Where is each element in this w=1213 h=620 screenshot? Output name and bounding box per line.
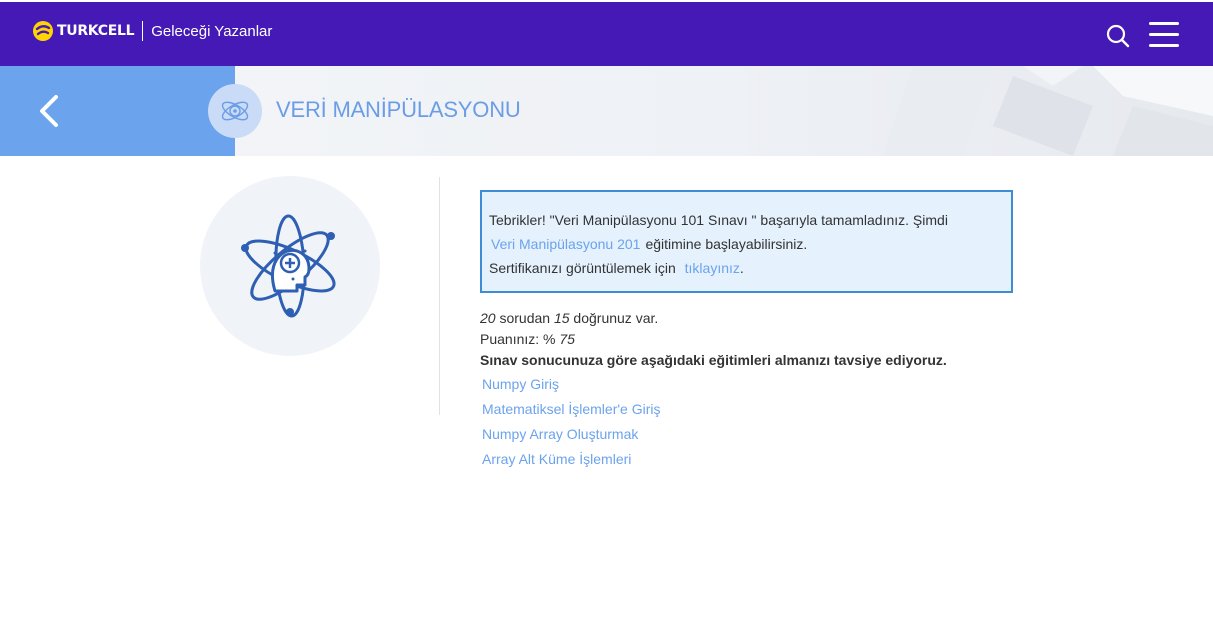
correct-answers: 15 xyxy=(553,310,570,326)
turkcell-logo-icon xyxy=(33,21,53,41)
course-banner: VERİ MANİPÜLASYONU xyxy=(0,66,1213,156)
recommended-course-link[interactable]: Numpy Giriş xyxy=(482,372,661,397)
recommended-course-link[interactable]: Numpy Array Oluşturmak xyxy=(482,422,661,447)
congrats-line: Tebrikler! "Veri Manipülasyonu 101 Sınav… xyxy=(489,208,1004,232)
chevron-left-icon xyxy=(40,95,58,127)
content-divider xyxy=(439,177,440,415)
logo-divider xyxy=(142,21,144,41)
exam-result-alert: Tebrikler! "Veri Manipülasyonu 101 Sınav… xyxy=(480,190,1013,293)
atom-head-icon xyxy=(241,214,336,318)
recommended-course-link[interactable]: Array Alt Küme İşlemleri xyxy=(482,447,661,472)
points-value: 75 xyxy=(559,331,575,347)
total-questions: 20 xyxy=(480,310,496,326)
certificate-line: Sertifikanızı görüntülemek için tıklayın… xyxy=(489,256,1004,280)
top-navbar: TURKCELL Geleceği Yazanlar xyxy=(0,2,1213,66)
recommendation-text: Sınav sonucunuza göre aşağıdaki eğitimle… xyxy=(480,352,947,368)
certificate-text: Sertifikanızı görüntülemek için xyxy=(489,260,676,276)
atom-icon xyxy=(221,101,249,121)
hamburger-menu-icon[interactable] xyxy=(1149,22,1179,48)
points-label: Puanınız: % xyxy=(480,331,556,347)
brand-name: TURKCELL xyxy=(57,23,135,39)
back-button[interactable] xyxy=(0,66,235,156)
points-line: Puanınız: % 75 xyxy=(480,329,947,350)
course-illustration xyxy=(200,176,380,356)
score-summary: 20 sorudan 15 doğrunuz var. Puanınız: % … xyxy=(480,308,947,371)
page-title: VERİ MANİPÜLASYONU xyxy=(276,97,521,122)
brand-tagline: Geleceği Yazanlar xyxy=(151,22,273,40)
banner-decoration xyxy=(883,66,1213,156)
recommended-courses-list: Numpy Giriş Matematiksel İşlemler'e Giri… xyxy=(482,372,661,472)
next-course-link[interactable]: Veri Manipülasyonu 201 xyxy=(489,236,645,252)
certificate-period: . xyxy=(739,260,744,276)
course-icon xyxy=(208,84,262,138)
congrats-text: Tebrikler! "Veri Manipülasyonu 101 Sınav… xyxy=(489,212,948,228)
certificate-link[interactable]: tıklayınız xyxy=(680,260,740,276)
correct-count-line: 20 sorudan 15 doğrunuz var. xyxy=(480,308,947,329)
turkcell-logo[interactable]: TURKCELL Geleceği Yazanlar xyxy=(32,20,272,42)
correct-text: doğrunuz var. xyxy=(573,310,659,326)
next-course-line: Veri Manipülasyonu 201 eğitimine başlayab… xyxy=(489,232,1004,256)
total-text: sorudan xyxy=(499,310,551,326)
next-course-text: eğitimine başlayabilirsiniz. xyxy=(645,236,808,252)
recommended-course-link[interactable]: Matematiksel İşlemler'e Giriş xyxy=(482,397,661,422)
recommendation-heading: Sınav sonucunuza göre aşağıdaki eğitimle… xyxy=(480,350,947,371)
search-icon xyxy=(1106,24,1130,48)
search-button[interactable] xyxy=(1106,24,1130,48)
